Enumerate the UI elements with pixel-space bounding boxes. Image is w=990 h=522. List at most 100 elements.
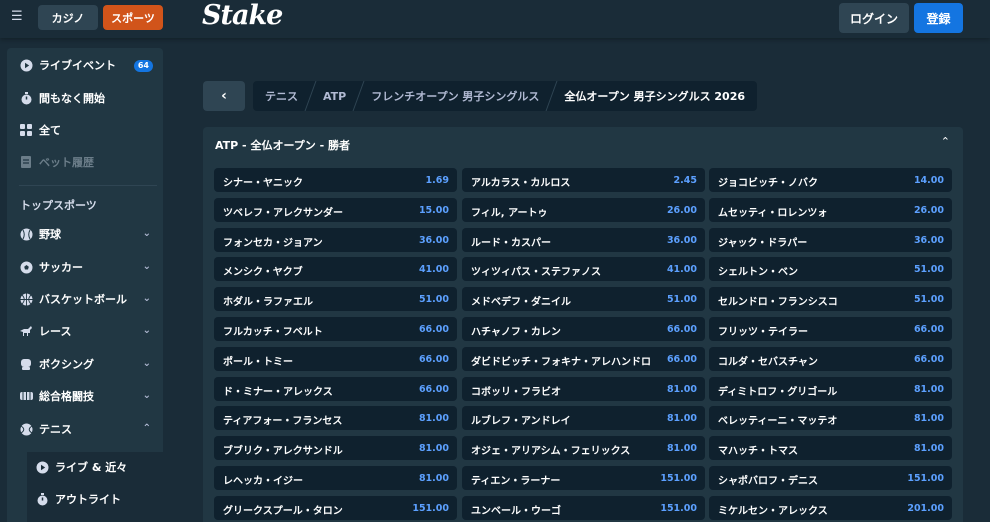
outcome-name: ハチャノフ・カレン: [471, 327, 561, 338]
sidebar-item-label: 間もなく開始: [39, 92, 105, 105]
basketball-icon: [19, 292, 33, 306]
outcome-odds: 41.00: [418, 264, 449, 275]
sidebar-item-bet-history[interactable]: ベット履歴: [7, 148, 163, 176]
login-button[interactable]: ログイン: [839, 3, 909, 33]
outcome-button[interactable]: フォンセカ・ジョアン 36.00: [214, 228, 457, 252]
boxing-icon: [19, 357, 33, 371]
sidebar-item-live-upcoming[interactable]: ライブ & 近々: [35, 455, 127, 479]
outcome-button[interactable]: ユンベール・ウーゴ 151.00: [462, 496, 705, 520]
outcome-name: コボッリ・フラビオ: [471, 387, 561, 398]
sidebar-item-label: ベット履歴: [39, 156, 94, 169]
chevron-up-icon[interactable]: ⌃: [941, 135, 950, 148]
outcome-name: フルカッチ・フベルト: [223, 327, 323, 338]
chevron-down-icon[interactable]: ⌄: [143, 390, 151, 401]
sidebar-item-mma[interactable]: 総合格闘技 ⌄: [7, 382, 163, 410]
top-sports-heading: トップスポーツ: [20, 199, 97, 212]
back-button[interactable]: ‹: [203, 81, 245, 111]
outcome-button[interactable]: ダビドビッチ・フォキナ・アレハンドロ 66.00: [462, 347, 705, 371]
market-panel: ATP - 全仏オープン - 勝者 ⌃ シナー・ヤニック 1.69 アルカラス・カル…: [203, 127, 963, 522]
top-bar: ☰ カジノ スポーツ Stake ログイン 登録: [0, 0, 990, 38]
sidebar-item-label: 野球: [39, 228, 61, 241]
tab-casino[interactable]: カジノ: [38, 5, 98, 30]
outcome-button[interactable]: シャポバロフ・デニス 151.00: [709, 466, 952, 490]
breadcrumb-atp[interactable]: ATP: [311, 81, 358, 111]
outcome-name: セルンドロ・フランシスコ: [718, 297, 838, 308]
sidebar-item-soccer[interactable]: サッカー ⌄: [7, 253, 163, 281]
outcome-button[interactable]: レヘッカ・イジー 81.00: [214, 466, 457, 490]
outcome-button[interactable]: メンシク・ヤクブ 41.00: [214, 257, 457, 281]
outcome-button[interactable]: オジェ・アリアシム・フェリックス 81.00: [462, 436, 705, 460]
outcome-button[interactable]: コボッリ・フラビオ 81.00: [462, 377, 705, 401]
chevron-left-icon: ‹: [221, 88, 227, 104]
outcome-button[interactable]: グリークスプール・タロン 151.00: [214, 496, 457, 520]
breadcrumb-tennis[interactable]: テニス: [253, 81, 310, 111]
outcome-button[interactable]: ハチャノフ・カレン 66.00: [462, 317, 705, 341]
chevron-up-icon[interactable]: ⌃: [143, 423, 151, 434]
hamburger-icon[interactable]: ☰: [11, 10, 23, 23]
outcome-button[interactable]: ポール・トミー 66.00: [214, 347, 457, 371]
outcome-button[interactable]: ルード・カスパー 36.00: [462, 228, 705, 252]
outcome-button[interactable]: ツィツィパス・ステファノス 41.00: [462, 257, 705, 281]
tab-sports[interactable]: スポーツ: [103, 5, 163, 30]
outcome-name: ポール・トミー: [223, 357, 293, 368]
outcome-button[interactable]: ティアフォー・フランセス 81.00: [214, 406, 457, 430]
outcome-button[interactable]: ジャック・ドラパー 36.00: [709, 228, 952, 252]
register-button[interactable]: 登録: [914, 3, 963, 33]
outcome-button[interactable]: ルブレフ・アンドレイ 81.00: [462, 406, 705, 430]
outcome-button[interactable]: アルカラス・カルロス 2.45: [462, 168, 705, 192]
market-title[interactable]: ATP - 全仏オープン - 勝者: [215, 137, 350, 153]
outcome-button[interactable]: ブブリク・アレクサンドル 81.00: [214, 436, 457, 460]
outcome-name: フリッツ・テイラー: [718, 327, 808, 338]
outcome-button[interactable]: ティエン・ラーナー 151.00: [462, 466, 705, 490]
outcome-button[interactable]: ド・ミナー・アレックス 66.00: [214, 377, 457, 401]
sidebar-item-boxing[interactable]: ボクシング ⌄: [7, 350, 163, 378]
outcome-button[interactable]: シェルトン・ベン 51.00: [709, 257, 952, 281]
outcome-name: コルダ・セバスチャン: [718, 357, 818, 368]
outcome-odds: 66.00: [913, 324, 944, 335]
outcome-button[interactable]: メドベデフ・ダニイル 51.00: [462, 287, 705, 311]
outcome-name: ムセッティ・ロレンツォ: [718, 208, 828, 219]
outcome-name: ホダル・ラファエル: [223, 297, 313, 308]
outcome-button[interactable]: コルダ・セバスチャン 66.00: [709, 347, 952, 371]
outcome-button[interactable]: マハッチ・トマス 81.00: [709, 436, 952, 460]
outcome-button[interactable]: ディミトロフ・グリゴール 81.00: [709, 377, 952, 401]
chevron-down-icon[interactable]: ⌄: [143, 293, 151, 304]
chevron-down-icon[interactable]: ⌄: [143, 261, 151, 272]
sidebar-item-label: 総合格闘技: [39, 390, 94, 403]
sidebar-item-basketball[interactable]: バスケットボール ⌄: [7, 285, 163, 313]
outcome-button[interactable]: フルカッチ・フベルト 66.00: [214, 317, 457, 341]
outcome-button[interactable]: ミケルセン・アレックス 201.00: [709, 496, 952, 520]
sidebar-item-outrights[interactable]: アウトライト: [35, 487, 121, 511]
breadcrumb-french-open[interactable]: フレンチオープン 男子シングルス: [359, 81, 551, 111]
sidebar-item-label: ライブイベント: [39, 59, 116, 72]
outcome-button[interactable]: フィル, アートゥ 26.00: [462, 198, 705, 222]
outcome-name: ベレッティーニ・マッテオ: [718, 416, 838, 427]
outcome-name: ツベレフ・アレクサンダー: [223, 208, 343, 219]
outcome-button[interactable]: シナー・ヤニック 1.69: [214, 168, 457, 192]
outcome-button[interactable]: ジョコビッチ・ノバク 14.00: [709, 168, 952, 192]
outcome-odds: 81.00: [666, 413, 697, 424]
sidebar-item-live[interactable]: ライブイベント 64: [7, 51, 163, 79]
sidebar-item-starting-soon[interactable]: 間もなく開始: [7, 84, 163, 112]
outcome-button[interactable]: ツベレフ・アレクサンダー 15.00: [214, 198, 457, 222]
sidebar-item-all[interactable]: 全て: [7, 116, 163, 144]
sidebar-divider: [19, 185, 157, 186]
outcome-button[interactable]: フリッツ・テイラー 66.00: [709, 317, 952, 341]
sidebar-item-baseball[interactable]: 野球 ⌄: [7, 220, 163, 248]
outcome-button[interactable]: ホダル・ラファエル 51.00: [214, 287, 457, 311]
chevron-down-icon[interactable]: ⌄: [143, 325, 151, 336]
outcome-button[interactable]: ベレッティーニ・マッテオ 81.00: [709, 406, 952, 430]
sidebar-item-racing[interactable]: レース ⌄: [7, 317, 163, 345]
outcome-button[interactable]: セルンドロ・フランシスコ 51.00: [709, 287, 952, 311]
stake-logo[interactable]: Stake: [202, 0, 283, 31]
outcome-odds: 81.00: [913, 443, 944, 454]
outcome-name: アルカラス・カルロス: [471, 178, 571, 189]
breadcrumb: テニス ATP フレンチオープン 男子シングルス 全仏オープン 男子シングルス …: [253, 81, 758, 111]
outcome-odds: 1.69: [425, 175, 449, 186]
sidebar-item-tennis[interactable]: テニス ⌃: [7, 415, 163, 443]
chevron-down-icon[interactable]: ⌄: [143, 228, 151, 239]
outcome-odds: 81.00: [913, 384, 944, 395]
outcome-odds: 51.00: [418, 294, 449, 305]
outcome-button[interactable]: ムセッティ・ロレンツォ 26.00: [709, 198, 952, 222]
chevron-down-icon[interactable]: ⌄: [143, 358, 151, 369]
